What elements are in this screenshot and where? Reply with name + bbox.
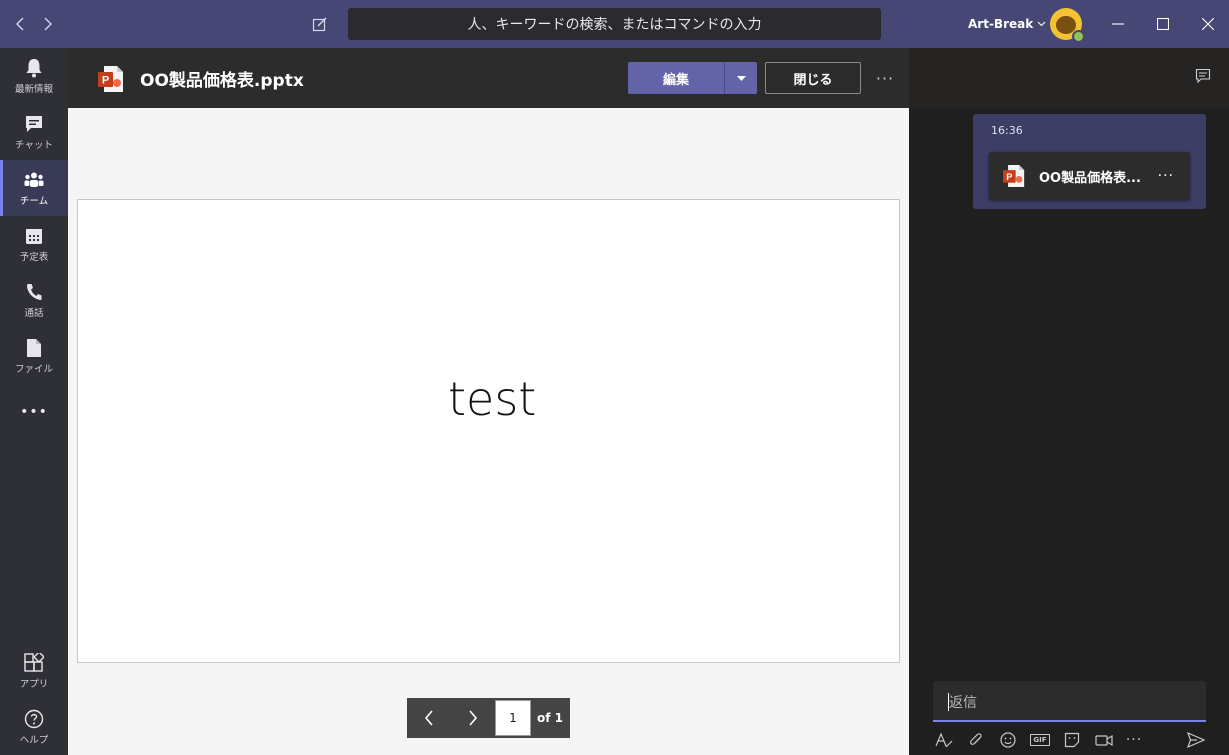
page-number-input[interactable]: 1 xyxy=(495,700,531,736)
forward-button[interactable] xyxy=(34,0,62,48)
emoji-button[interactable] xyxy=(997,728,1019,752)
more-icon: ••• xyxy=(20,404,48,420)
chat-icon xyxy=(24,114,44,134)
rail-item-help[interactable]: ヘルプ xyxy=(0,699,68,755)
rail-item-teams[interactable]: チーム xyxy=(0,160,68,216)
maximize-button[interactable] xyxy=(1145,0,1181,48)
close-window-button[interactable] xyxy=(1190,0,1226,48)
rail-label: ヘルプ xyxy=(19,734,49,746)
file-header: P OO製品価格表.pptx 編集 閉じる ··· xyxy=(68,48,909,108)
rail-item-more[interactable]: ••• xyxy=(0,384,68,440)
rail-item-chat[interactable]: チャット xyxy=(0,104,68,160)
toggle-chat-button[interactable] xyxy=(1195,68,1213,86)
paperclip-icon xyxy=(970,733,982,745)
gif-button[interactable]: GIF xyxy=(1029,728,1051,752)
avatar[interactable] xyxy=(1050,8,1085,43)
teams-icon xyxy=(24,170,44,190)
rail-item-apps[interactable]: アプリ xyxy=(0,643,68,699)
rail-item-activity[interactable]: 最新情報 xyxy=(0,48,68,104)
minimize-button[interactable] xyxy=(1100,0,1136,48)
file-title: OO製品価格表.pptx xyxy=(140,70,304,91)
slide-pager: 1 of 1 xyxy=(407,698,570,738)
compose-toolbar: GIF ··· xyxy=(933,728,1213,752)
emoji-icon xyxy=(1000,732,1016,748)
apps-icon xyxy=(24,652,44,673)
rail-label: チーム xyxy=(19,195,49,207)
chat-bubble-icon xyxy=(1195,68,1211,84)
page-total: of 1 xyxy=(537,711,563,725)
rail-label: チャット xyxy=(15,139,53,151)
search-input[interactable]: 人、キーワードの検索、またはコマンドの入力 xyxy=(348,8,881,40)
app-rail: 最新情報 チャット チーム 予定表 通話 ファイル ••• アプリ ヘルプ xyxy=(0,48,68,755)
close-file-button[interactable]: 閉じる xyxy=(765,62,861,94)
chat-header xyxy=(909,48,1229,108)
rail-label: 通話 xyxy=(24,307,44,319)
send-button[interactable] xyxy=(1185,728,1207,752)
chevron-left-icon xyxy=(16,17,24,31)
sticker-icon xyxy=(1064,732,1080,748)
rail-label: ファイル xyxy=(14,363,53,375)
presentation-viewer: test 1 of 1 xyxy=(68,108,909,755)
edit-button[interactable]: 編集 xyxy=(628,62,724,94)
chevron-right-icon xyxy=(469,710,478,726)
caret-down-icon xyxy=(736,75,746,81)
status-available-icon xyxy=(1072,30,1085,43)
reply-input[interactable]: 返信 xyxy=(933,681,1206,722)
new-chat-button[interactable] xyxy=(305,0,335,48)
previous-slide-button[interactable] xyxy=(407,698,451,738)
title-bar: 人、キーワードの検索、またはコマンドの入力 Art-Break xyxy=(0,0,1229,48)
rail-label: 予定表 xyxy=(19,251,49,263)
chat-message: 16:36 P OO製品価格表... ··· xyxy=(973,114,1206,209)
chevron-right-icon xyxy=(44,17,52,31)
format-button[interactable] xyxy=(933,728,955,752)
chevron-down-icon xyxy=(1037,21,1046,27)
minimize-icon xyxy=(1112,23,1124,25)
attachment-more-button[interactable]: ··· xyxy=(1158,152,1174,200)
bell-icon xyxy=(24,58,44,78)
sticker-button[interactable] xyxy=(1061,728,1083,752)
attachment-name: OO製品価格表... xyxy=(1039,170,1141,186)
slide-text: test xyxy=(448,372,537,426)
rail-item-calendar[interactable]: 予定表 xyxy=(0,216,68,272)
chat-panel: 16:36 P OO製品価格表... ··· 返信 GIF ··· xyxy=(909,48,1229,755)
slide: test xyxy=(77,199,900,663)
phone-icon xyxy=(24,282,44,302)
powerpoint-icon: P xyxy=(1003,164,1025,188)
attach-button[interactable] xyxy=(965,728,987,752)
gif-icon: GIF xyxy=(1030,734,1050,746)
rail-item-calls[interactable]: 通話 xyxy=(0,272,68,328)
close-icon xyxy=(1202,18,1214,30)
svg-text:P: P xyxy=(102,75,109,87)
rail-label: アプリ xyxy=(19,678,49,690)
message-timestamp: 16:36 xyxy=(991,124,1023,137)
user-name: Art-Break xyxy=(968,17,1034,31)
maximize-icon xyxy=(1157,18,1169,30)
edit-dropdown-button[interactable] xyxy=(724,62,757,94)
search-placeholder: 人、キーワードの検索、またはコマンドの入力 xyxy=(467,17,762,33)
compose-icon xyxy=(312,17,327,32)
file-icon xyxy=(24,338,44,358)
powerpoint-icon: P xyxy=(98,65,124,93)
attachment-card[interactable]: P OO製品価格表... ··· xyxy=(989,152,1190,200)
more-options-button[interactable]: ··· xyxy=(873,62,897,94)
video-icon xyxy=(1095,734,1113,747)
rail-item-files[interactable]: ファイル xyxy=(0,328,68,384)
send-icon xyxy=(1187,732,1205,748)
svg-text:P: P xyxy=(1006,172,1012,182)
chevron-left-icon xyxy=(424,710,433,726)
reply-placeholder: 返信 xyxy=(949,694,977,711)
next-slide-button[interactable] xyxy=(451,698,495,738)
more-options-button[interactable]: ··· xyxy=(1123,728,1145,752)
help-icon xyxy=(24,709,44,729)
meet-now-button[interactable] xyxy=(1093,728,1115,752)
rail-label: 最新情報 xyxy=(14,83,53,95)
format-icon xyxy=(935,732,953,748)
back-button[interactable] xyxy=(6,0,34,48)
calendar-icon xyxy=(24,226,44,246)
account-menu[interactable]: Art-Break xyxy=(968,0,1046,48)
